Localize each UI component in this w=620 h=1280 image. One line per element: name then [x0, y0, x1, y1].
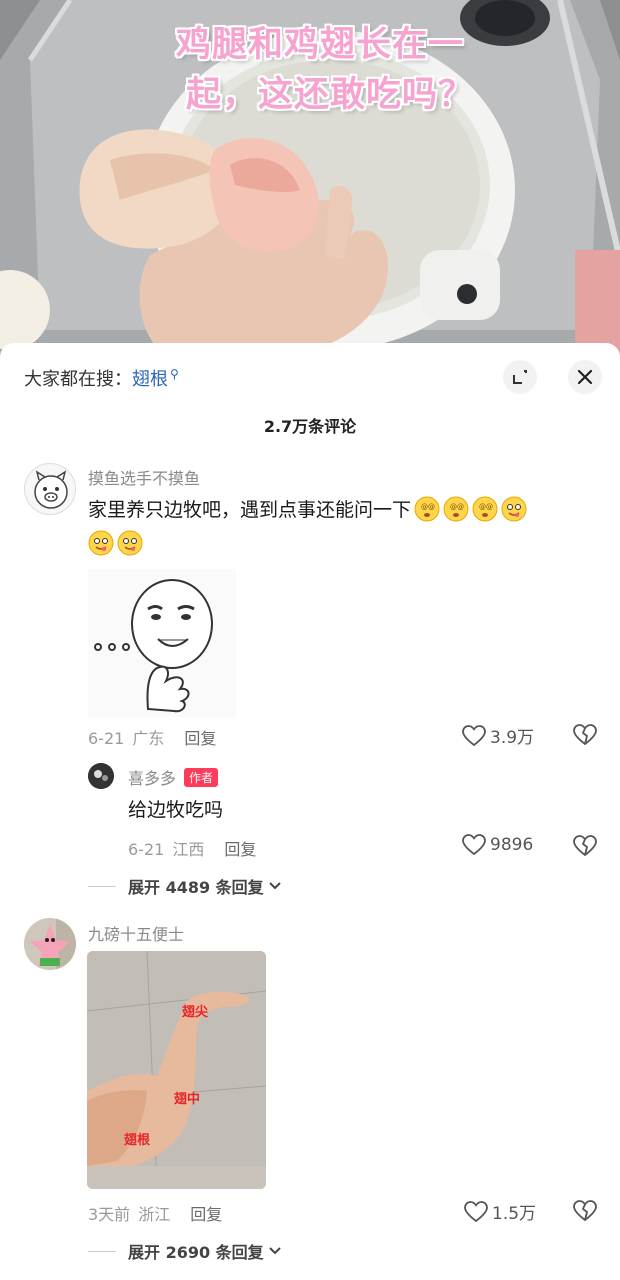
- heart-icon: [462, 834, 486, 856]
- svg-text:@: @: [421, 503, 428, 511]
- reply-button[interactable]: 回复: [224, 840, 256, 859]
- fullscreen-icon: [513, 370, 527, 384]
- avatar[interactable]: [24, 463, 76, 515]
- reply-text: 给边牧吃吗: [128, 799, 224, 821]
- trending-search[interactable]: 大家都在搜：翅根 ⚲: [24, 365, 179, 391]
- heart-icon: [462, 724, 486, 746]
- broken-heart-icon[interactable]: [572, 834, 598, 858]
- app-root: 鸡腿和鸡翅长在一 起，这还敢吃吗？ 大家都在搜：翅根 ⚲ 2.7万条评论 摸鱼选…: [0, 0, 620, 1280]
- heart-icon: [464, 1200, 488, 1222]
- chevron-down-icon: [268, 882, 281, 890]
- reply-location: 江西: [172, 840, 205, 859]
- comment-meta: 6-21 广东 回复: [88, 725, 216, 749]
- svg-text:@: @: [450, 503, 457, 511]
- yummy-face-emoji-icon: [501, 496, 527, 522]
- search-icon: ⚲: [170, 367, 179, 381]
- svg-text:@: @: [457, 503, 464, 511]
- broken-heart-icon[interactable]: [572, 723, 598, 747]
- svg-text:@: @: [479, 503, 486, 511]
- reply-button[interactable]: 回复: [184, 729, 216, 748]
- comment-date: 6-21: [88, 729, 125, 748]
- comment-sheet: 大家都在搜：翅根 ⚲ 2.7万条评论 摸鱼选手不摸鱼 家里养只边牧吧，遇到点事还…: [0, 343, 620, 1280]
- svg-text:@: @: [428, 503, 435, 511]
- comment-username[interactable]: 摸鱼选手不摸鱼: [88, 465, 200, 489]
- search-prefix: 大家都在搜：: [24, 369, 132, 390]
- expand-button[interactable]: [503, 360, 537, 394]
- divider: [88, 1250, 116, 1252]
- author-badge: 作者: [184, 768, 219, 787]
- comment-location: 浙江: [138, 1205, 171, 1224]
- video-caption: 鸡腿和鸡翅长在一 起，这还敢吃吗？: [176, 20, 506, 120]
- like-count: 3.9万: [490, 728, 535, 748]
- photo-label-midwing: 翅中: [174, 1092, 201, 1107]
- like-button[interactable]: 3.9万: [462, 723, 534, 748]
- avatar[interactable]: [24, 918, 76, 970]
- like-count: 1.5万: [492, 1204, 537, 1224]
- expand-replies-label: 展开 2690 条回复: [128, 1243, 264, 1262]
- meme-sticker[interactable]: [88, 569, 236, 717]
- chevron-down-icon: [268, 1247, 281, 1255]
- yummy-face-emoji-icon: [117, 530, 143, 556]
- close-icon: [577, 369, 593, 385]
- comment-location: 广东: [132, 729, 165, 748]
- video-player[interactable]: 鸡腿和鸡翅长在一 起，这还敢吃吗？: [0, 0, 620, 360]
- yummy-face-emoji-icon: [88, 530, 114, 556]
- reply-username-row: 喜多多 作者: [128, 765, 219, 789]
- divider: [88, 885, 116, 887]
- search-keyword-link[interactable]: 翅根: [132, 369, 168, 390]
- reply-meta: 6-21 江西 回复: [128, 836, 256, 860]
- reply-like-count: 9896: [490, 835, 534, 855]
- svg-text:@: @: [486, 503, 493, 511]
- photo-label-wingtip: 翅尖: [182, 1005, 209, 1020]
- pig-sketch-avatar-icon: [34, 470, 68, 509]
- reply-username[interactable]: 喜多多: [128, 769, 176, 788]
- expand-replies-label: 展开 4489 条回复: [128, 878, 264, 897]
- like-button[interactable]: 1.5万: [464, 1199, 536, 1224]
- close-button[interactable]: [568, 360, 602, 394]
- reply-like-button[interactable]: 9896: [462, 834, 533, 856]
- reply-button[interactable]: 回复: [190, 1205, 222, 1224]
- dizzy-face-emoji-icon: @ @: [414, 496, 440, 522]
- patrick-star-avatar-icon: [24, 918, 76, 970]
- broken-heart-icon[interactable]: [572, 1199, 598, 1223]
- expand-replies-button[interactable]: 展开 4489 条回复: [88, 874, 282, 898]
- photo-label-drumette: 翅根: [124, 1133, 151, 1148]
- comment-count: 2.7万条评论: [263, 417, 357, 436]
- reply-avatar[interactable]: [88, 763, 114, 789]
- caption-line-2: 起，这还敢吃吗？: [186, 75, 475, 115]
- dizzy-face-emoji-icon: @ @: [472, 496, 498, 522]
- comment-body: 家里养只边牧吧，遇到点事还能问一下: [88, 499, 412, 521]
- reply-date: 6-21: [128, 840, 165, 859]
- comment-meta: 3天前 浙江 回复: [88, 1201, 222, 1225]
- comment-date: 3天前: [88, 1205, 131, 1224]
- comment-text: 家里养只边牧吧，遇到点事还能问一下 @ @ @ @ @ @: [88, 493, 588, 561]
- dizzy-face-emoji-icon: @ @: [443, 496, 469, 522]
- expand-replies-button[interactable]: 展开 2690 条回复: [88, 1239, 282, 1263]
- flexed-arm-photo-icon: [87, 951, 266, 1189]
- arm-photo[interactable]: 翅尖 翅中 翅根: [87, 951, 266, 1189]
- comment-username[interactable]: 九磅十五便士: [88, 921, 184, 945]
- smirking-face-sticker-icon: [94, 579, 213, 713]
- caption-line-1: 鸡腿和鸡翅长在一: [176, 25, 465, 65]
- dark-avatar-icon: [88, 763, 114, 789]
